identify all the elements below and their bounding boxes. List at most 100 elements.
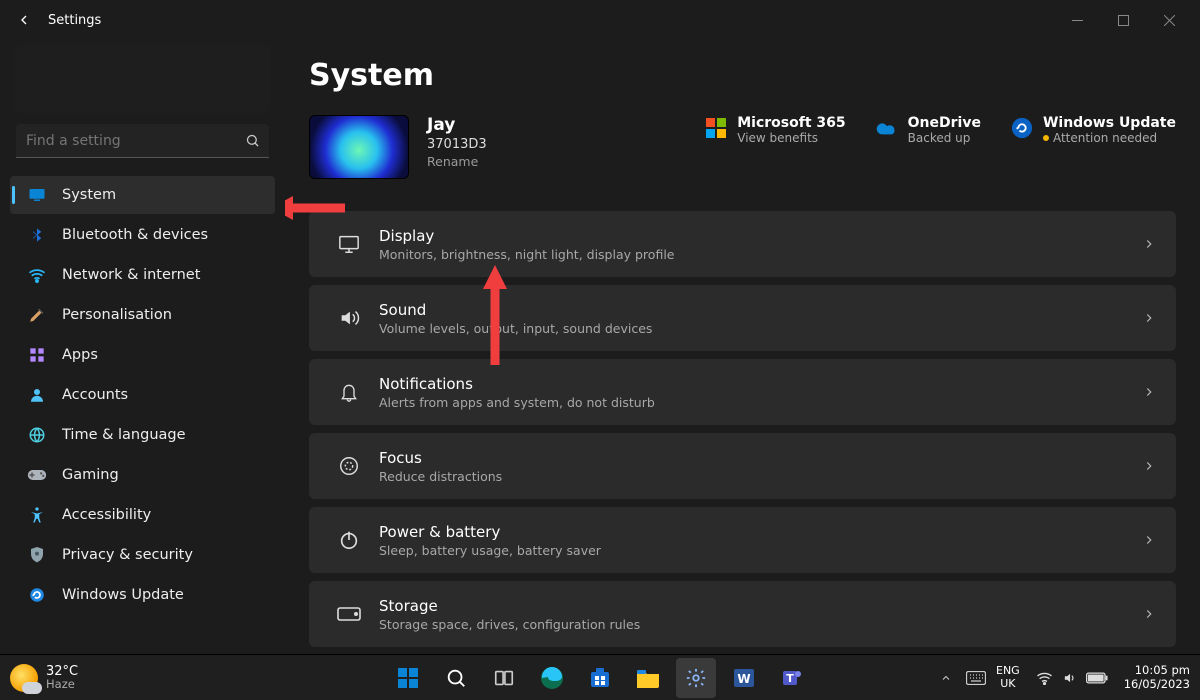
option-subtitle: Sleep, battery usage, battery saver (379, 543, 1142, 558)
storage-icon (329, 607, 369, 621)
battery-icon (1086, 672, 1108, 684)
sidebar-item-label: Gaming (62, 467, 119, 483)
option-display[interactable]: Display Monitors, brightness, night light… (309, 211, 1176, 277)
taskbar-app-word[interactable]: W (724, 658, 764, 698)
chevron-right-icon (1142, 237, 1156, 251)
sidebar-item-label: Personalisation (62, 307, 172, 323)
widget-subtitle: View benefits (737, 131, 845, 145)
search-input[interactable] (16, 127, 235, 155)
taskbar-search-button[interactable] (436, 658, 476, 698)
weather-widget[interactable]: 32°C Haze (10, 664, 78, 692)
tray-overflow-button[interactable] (936, 672, 956, 684)
bluetooth-icon (24, 226, 50, 244)
option-subtitle: Monitors, brightness, night light, displ… (379, 247, 1142, 262)
sidebar-item-accessibility[interactable]: Accessibility (10, 496, 275, 534)
account-icon (24, 386, 50, 404)
search-box[interactable] (16, 124, 269, 158)
gamepad-icon (24, 468, 50, 482)
monitor-icon (24, 186, 50, 204)
sidebar-item-label: Network & internet (62, 267, 200, 283)
device-thumbnail[interactable] (309, 115, 409, 179)
device-model: 37013D3 (427, 137, 487, 152)
sidebar-item-label: Accessibility (62, 507, 151, 523)
sidebar-item-label: Privacy & security (62, 547, 193, 563)
wifi-icon (24, 267, 50, 283)
weather-temp: 32°C (46, 665, 78, 679)
sidebar-item-label: Accounts (62, 387, 128, 403)
option-subtitle: Volume levels, output, input, sound devi… (379, 321, 1142, 336)
task-view-button[interactable] (484, 658, 524, 698)
option-title: Power & battery (379, 523, 1142, 541)
header-widget-m365[interactable]: Microsoft 365View benefits (705, 115, 845, 145)
update-icon (24, 586, 50, 604)
widget-title: Windows Update (1043, 115, 1176, 131)
taskbar-app-settings[interactable] (676, 658, 716, 698)
header-widget-onedrive[interactable]: OneDriveBacked up (876, 115, 981, 145)
device-name: Jay (427, 115, 487, 135)
widget-subtitle: Backed up (908, 131, 981, 145)
sidebar-item-bluetooth-devices[interactable]: Bluetooth & devices (10, 216, 275, 254)
sidebar-item-personalisation[interactable]: Personalisation (10, 296, 275, 334)
sidebar-item-accounts[interactable]: Accounts (10, 376, 275, 414)
sidebar-item-network-internet[interactable]: Network & internet (10, 256, 275, 294)
option-storage[interactable]: StorageStorage space, drives, configurat… (309, 581, 1176, 647)
brush-icon (24, 306, 50, 324)
back-button[interactable] (8, 4, 40, 36)
chevron-right-icon (1142, 385, 1156, 399)
minimize-button[interactable] (1054, 4, 1100, 36)
account-card[interactable] (14, 44, 271, 114)
header-widget-winupdate[interactable]: Windows UpdateAttention needed (1011, 115, 1176, 145)
option-notifications[interactable]: Notifications Alerts from apps and system… (309, 359, 1176, 425)
clock[interactable]: 10:05 pm 16/05/2023 (1124, 664, 1190, 690)
taskbar-app-explorer[interactable] (628, 658, 668, 698)
svg-text:T: T (786, 672, 794, 685)
option-subtitle: Reduce distractions (379, 469, 1142, 484)
option-sound[interactable]: SoundVolume levels, output, input, sound… (309, 285, 1176, 351)
sound-icon (329, 307, 369, 329)
widget-title: OneDrive (908, 115, 981, 131)
option-focus[interactable]: Focus Reduce distractions (309, 433, 1176, 499)
page-title: System (309, 58, 1176, 93)
sidebar-item-label: Time & language (62, 427, 186, 443)
sidebar: System Bluetooth & devices Network & inter… (0, 40, 285, 654)
widget-subtitle: Attention needed (1043, 131, 1176, 145)
volume-icon (1061, 671, 1078, 685)
svg-text:W: W (737, 672, 750, 686)
display-icon (329, 233, 369, 255)
chevron-right-icon (1142, 311, 1156, 325)
sidebar-item-privacy-security[interactable]: Privacy & security (10, 536, 275, 574)
option-title: Notifications (379, 375, 1142, 393)
maximize-button[interactable] (1100, 4, 1146, 36)
weather-icon (10, 664, 38, 692)
chevron-right-icon (1142, 459, 1156, 473)
m365-icon (705, 117, 727, 139)
rename-link[interactable]: Rename (427, 154, 487, 169)
option-subtitle: Storage space, drives, configuration rul… (379, 617, 1142, 632)
sidebar-item-time-language[interactable]: Time & language (10, 416, 275, 454)
apps-icon (24, 347, 50, 363)
tray-keyboard-icon[interactable] (966, 671, 986, 685)
option-title: Focus (379, 449, 1142, 467)
option-title: Display (379, 227, 1142, 245)
taskbar-app-edge[interactable] (532, 658, 572, 698)
sidebar-item-gaming[interactable]: Gaming (10, 456, 275, 494)
taskbar-app-store[interactable] (580, 658, 620, 698)
wifi-icon (1036, 671, 1053, 685)
close-button[interactable] (1146, 4, 1192, 36)
system-tray[interactable] (1030, 667, 1114, 689)
sidebar-item-label: Bluetooth & devices (62, 227, 208, 243)
sidebar-item-system[interactable]: System (10, 176, 275, 214)
accessibility-icon (24, 506, 50, 524)
taskbar: 32°C Haze (0, 654, 1200, 700)
chevron-right-icon (1142, 533, 1156, 547)
start-button[interactable] (388, 658, 428, 698)
option-power[interactable]: Power & battery Sleep, battery usage, bat… (309, 507, 1176, 573)
window-title: Settings (48, 13, 101, 28)
option-subtitle: Alerts from apps and system, do not dist… (379, 395, 1142, 410)
language-indicator[interactable]: ENG UK (996, 665, 1020, 689)
taskbar-app-teams[interactable]: T (772, 658, 812, 698)
sidebar-item-apps[interactable]: Apps (10, 336, 275, 374)
widget-title: Microsoft 365 (737, 115, 845, 131)
search-icon (235, 133, 269, 148)
sidebar-item-windows-update[interactable]: Windows Update (10, 576, 275, 614)
